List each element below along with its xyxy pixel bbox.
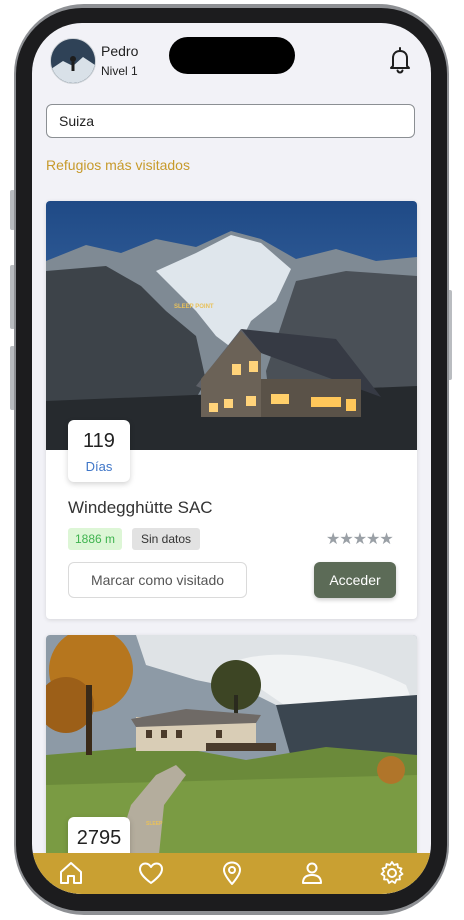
- avatar-photo: [51, 39, 95, 83]
- refuge-name: Windegghütte SAC: [68, 498, 213, 517]
- bell-icon[interactable]: [385, 45, 415, 75]
- dynamic-island: [169, 37, 295, 74]
- days-number: 119: [83, 430, 115, 452]
- altitude-badge: 1886 m: [68, 528, 123, 550]
- app-screen: Pedro Nivel 1 Refugios más visitados: [32, 23, 431, 894]
- refuge-card[interactable]: SLEEP POINT 119 Días Windegghütte SAC 18…: [46, 201, 417, 619]
- user-name: Pedro: [101, 43, 139, 59]
- home-icon[interactable]: [57, 859, 85, 887]
- section-title: Refugios más visitados: [46, 157, 190, 173]
- settings-icon[interactable]: [378, 859, 406, 887]
- photo-watermark: SLEEP POINT: [174, 304, 214, 310]
- location-pin-icon[interactable]: [218, 859, 246, 887]
- days-counter: 119 Días: [68, 420, 130, 482]
- refuge-photo: SLEEP POINT: [46, 201, 417, 450]
- user-level: Nivel 1: [101, 64, 138, 78]
- mark-visited-button[interactable]: Marcar como visitado: [68, 562, 247, 598]
- access-button[interactable]: Acceder: [314, 562, 396, 598]
- user-icon[interactable]: [298, 859, 326, 887]
- rating-stars: ★★★★★: [326, 531, 394, 548]
- search-input[interactable]: [46, 104, 415, 138]
- photo-watermark: SLEEP: [146, 821, 163, 827]
- heart-icon[interactable]: [137, 859, 165, 887]
- avatar[interactable]: [50, 38, 96, 84]
- days-label: Días: [85, 459, 113, 474]
- bottom-tab-bar: [32, 853, 431, 894]
- days-number: 2795: [76, 827, 122, 849]
- info-badge: Sin datos: [132, 528, 201, 550]
